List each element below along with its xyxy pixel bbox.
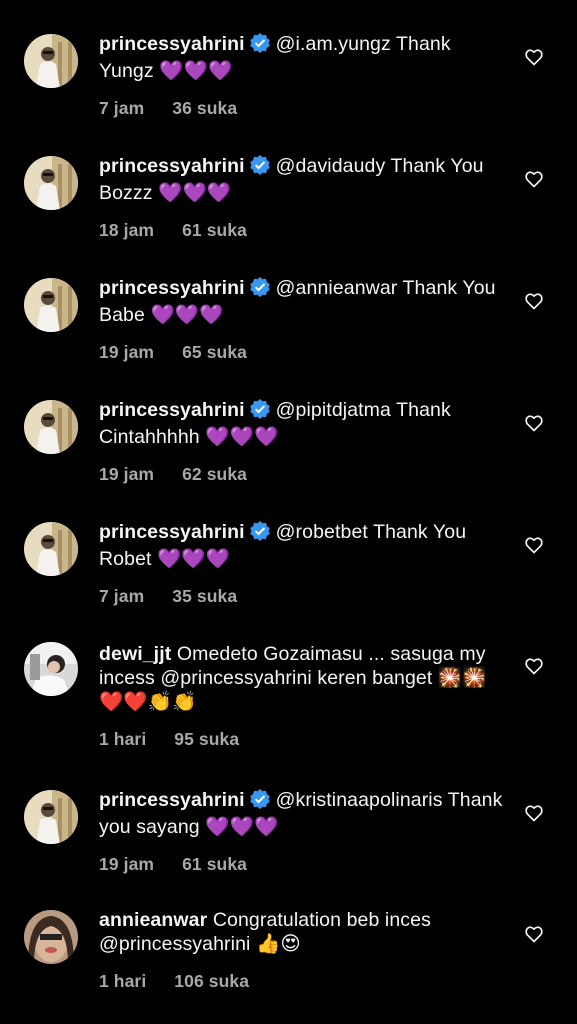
- comment-meta: 1 hari 95 suka: [99, 727, 509, 751]
- avatar[interactable]: [24, 790, 78, 844]
- comment-body: annieanwar Congratulation beb inces @pri…: [99, 908, 509, 993]
- comment-body: princessyahrini @annieanwar Thank You Bab…: [99, 276, 509, 364]
- comment-username[interactable]: princessyahrini: [99, 399, 245, 421]
- avatar[interactable]: [24, 910, 78, 964]
- verified-badge-icon: [249, 399, 270, 425]
- comment-body: princessyahrini @kristinaapolinaris Thank…: [99, 788, 509, 876]
- comment-username[interactable]: princessyahrini: [99, 789, 245, 811]
- comment-likes[interactable]: 95 suka: [174, 729, 239, 749]
- comment-username[interactable]: princessyahrini: [99, 33, 245, 55]
- comment-meta: 19 jam 65 suka: [99, 340, 509, 364]
- comment-likes[interactable]: 65 suka: [182, 342, 247, 362]
- comment-time: 19 jam: [99, 342, 155, 362]
- comment-likes[interactable]: 36 suka: [172, 98, 237, 118]
- verified-badge-icon: [249, 789, 270, 815]
- heart-outline-icon[interactable]: [524, 47, 544, 67]
- comment-time: 19 jam: [99, 464, 155, 484]
- comment-body: princessyahrini @i.am.yungz Thank Yungz 💜…: [99, 32, 509, 120]
- avatar[interactable]: [24, 400, 78, 454]
- comment-username[interactable]: princessyahrini: [99, 521, 245, 543]
- comment-body: princessyahrini @pipitdjatma Thank Cintah…: [99, 398, 509, 486]
- comment-time: 7 jam: [99, 586, 145, 606]
- verified-badge-icon: [249, 33, 270, 59]
- comment-username[interactable]: princessyahrini: [99, 155, 245, 177]
- comment-time: 1 hari: [99, 971, 147, 991]
- heart-outline-icon[interactable]: [524, 656, 544, 676]
- comment-likes[interactable]: 61 suka: [182, 854, 247, 874]
- heart-outline-icon[interactable]: [524, 535, 544, 555]
- comment-likes[interactable]: 35 suka: [172, 586, 237, 606]
- verified-badge-icon: [249, 155, 270, 181]
- comment-body: princessyahrini @robetbet Thank You Robet…: [99, 520, 509, 608]
- comment-time: 19 jam: [99, 854, 155, 874]
- comment-time: 18 jam: [99, 220, 155, 240]
- comment-meta: 19 jam 62 suka: [99, 462, 509, 486]
- comment-meta: 7 jam 35 suka: [99, 584, 509, 608]
- comment-likes[interactable]: 106 suka: [174, 971, 249, 991]
- comment-meta: 18 jam 61 suka: [99, 218, 509, 242]
- heart-outline-icon[interactable]: [524, 169, 544, 189]
- comment-body: princessyahrini @davidaudy Thank You Bozz…: [99, 154, 509, 242]
- comment-time: 1 hari: [99, 729, 147, 749]
- avatar[interactable]: [24, 156, 78, 210]
- comment-username[interactable]: annieanwar: [99, 909, 207, 931]
- verified-badge-icon: [249, 277, 270, 303]
- avatar[interactable]: [24, 522, 78, 576]
- comment-meta: 19 jam 61 suka: [99, 852, 509, 876]
- heart-outline-icon[interactable]: [524, 413, 544, 433]
- heart-outline-icon[interactable]: [524, 924, 544, 944]
- comment-time: 7 jam: [99, 98, 145, 118]
- comment-likes[interactable]: 62 suka: [182, 464, 247, 484]
- comment-meta: 7 jam 36 suka: [99, 96, 509, 120]
- heart-outline-icon[interactable]: [524, 803, 544, 823]
- comment-likes[interactable]: 61 suka: [182, 220, 247, 240]
- avatar[interactable]: [24, 34, 78, 88]
- comment-body: dewi_jjt Omedeto Gozaimasu ... sasuga my…: [99, 642, 509, 751]
- heart-outline-icon[interactable]: [524, 291, 544, 311]
- comment-username[interactable]: dewi_jjt: [99, 643, 171, 665]
- avatar[interactable]: [24, 278, 78, 332]
- comment-username[interactable]: princessyahrini: [99, 277, 245, 299]
- comment-meta: 1 hari 106 suka: [99, 969, 509, 993]
- verified-badge-icon: [249, 521, 270, 547]
- avatar[interactable]: [24, 642, 78, 696]
